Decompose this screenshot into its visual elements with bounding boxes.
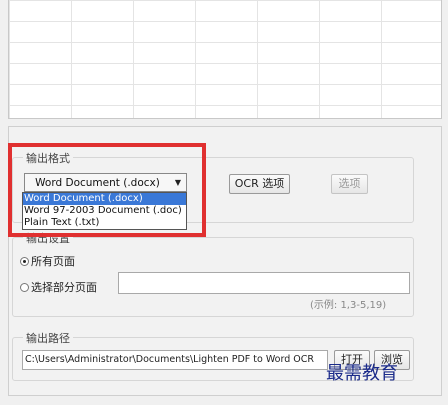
radio-unchecked-icon (20, 282, 29, 292)
chevron-down-icon: ▼ (174, 178, 182, 187)
page-range-example: (示例: 1,3-5,19) (310, 300, 387, 311)
format-dropdown[interactable]: Word Document (.docx) ▼ (24, 173, 187, 192)
format-option-docx[interactable]: Word Document (.docx) (23, 193, 186, 205)
page-range-input[interactable] (118, 272, 410, 294)
format-option-txt[interactable]: Plain Text (.txt) (23, 217, 186, 229)
radio-partial-pages[interactable]: 选择部分页面 (20, 279, 97, 295)
ocr-options-button[interactable]: OCR 选项 (229, 174, 290, 194)
page-preview-grid (8, 0, 442, 119)
output-format-title: 输出格式 (23, 150, 73, 166)
radio-partial-pages-label: 选择部分页面 (31, 281, 97, 294)
radio-all-pages-label: 所有页面 (31, 255, 75, 268)
radio-checked-icon (20, 256, 29, 266)
radio-all-pages[interactable]: 所有页面 (20, 253, 75, 269)
page-settings-title: 输出设置 (23, 230, 73, 246)
format-dropdown-value: Word Document (.docx) (35, 176, 160, 189)
options-button[interactable]: 选项 (331, 174, 368, 194)
watermark-logo: 最需教育 (326, 363, 398, 384)
output-path-title: 输出路径 (23, 330, 73, 346)
format-option-doc[interactable]: Word 97-2003 Document (.doc) (23, 205, 186, 217)
output-path-field[interactable]: C:\Users\Administrator\Documents\Lighten… (22, 350, 328, 370)
format-options-list: Word Document (.docx) Word 97-2003 Docum… (22, 192, 187, 230)
